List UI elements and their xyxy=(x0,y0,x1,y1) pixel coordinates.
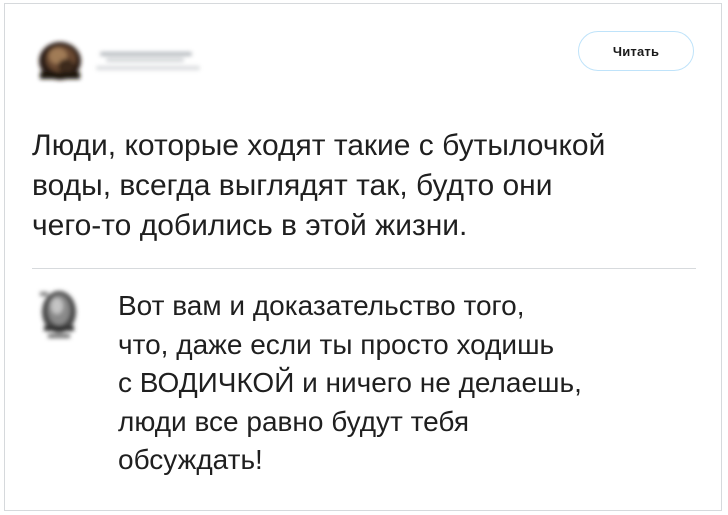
author-avatar[interactable] xyxy=(32,34,88,90)
divider xyxy=(32,268,696,269)
reply-author-avatar[interactable] xyxy=(30,282,88,358)
follow-button[interactable]: Читать xyxy=(578,31,694,71)
blurred-avatar-icon xyxy=(40,291,76,338)
reply-text: Вот вам и доказательство того, что, даже… xyxy=(118,290,582,475)
author-name-blurred xyxy=(96,44,208,78)
tweet-text: Люди, которые ходят такие с бутылочкой в… xyxy=(32,129,606,242)
blurred-avatar-icon xyxy=(39,42,81,80)
